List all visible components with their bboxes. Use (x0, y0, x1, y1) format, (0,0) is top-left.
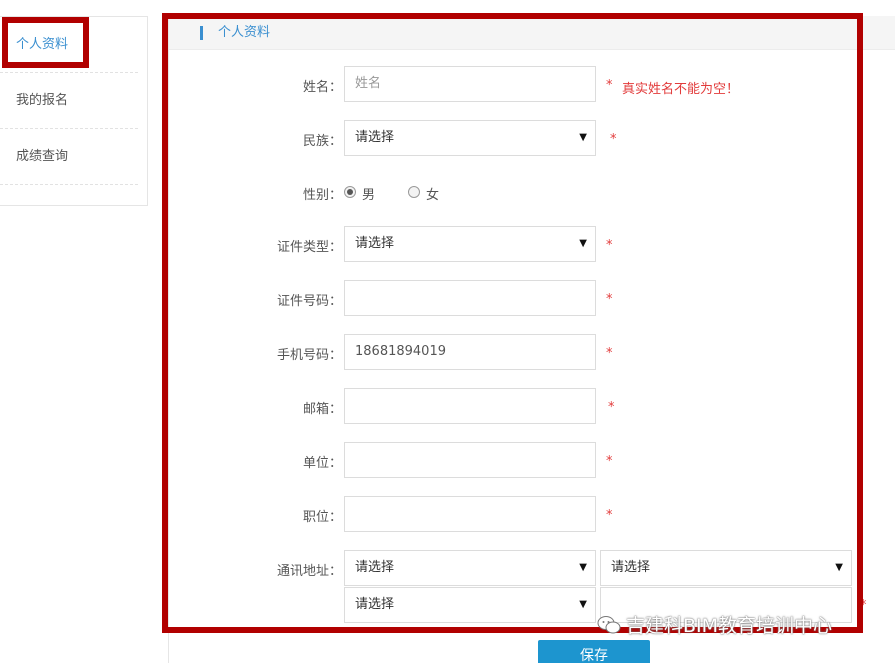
name-field[interactable]: 姓名 (344, 66, 596, 102)
sidebar-item-my-registration[interactable]: 我的报名 (0, 73, 138, 129)
company-field[interactable] (344, 442, 596, 478)
ethnicity-select[interactable]: 请选择 ▼ (344, 120, 596, 156)
sidebar-item-label: 我的报名 (16, 93, 69, 108)
chevron-down-icon: ▼ (579, 132, 587, 143)
required-mark: * (606, 454, 613, 469)
id-number-label: 证件号码： (276, 294, 342, 309)
save-button[interactable]: 保存 (538, 640, 650, 663)
required-mark: * (610, 132, 617, 147)
ethnicity-label: 民族： (302, 134, 342, 149)
required-mark: * (606, 346, 613, 361)
sidebar-nav: 个人资料 我的报名 成绩查询 (0, 16, 148, 206)
ethnicity-select-value: 请选择 (355, 130, 395, 145)
required-mark: * (608, 400, 615, 415)
watermark: 吉建科BIM教育培训中心 (596, 611, 832, 637)
panel-title: 个人资料 (218, 25, 271, 40)
required-mark: * (606, 78, 613, 93)
address-label: 通讯地址： (276, 564, 342, 579)
chevron-down-icon: ▼ (579, 599, 587, 610)
address-district-select[interactable]: 请选择 ▼ (344, 587, 596, 623)
title-accent-bar (200, 26, 203, 40)
gender-radio-female[interactable] (408, 186, 420, 198)
address-city-value: 请选择 (611, 560, 651, 575)
gender-label: 性别： (302, 188, 342, 203)
sidebar-item-label: 个人资料 (16, 37, 69, 52)
gender-option-male: 男 (362, 188, 376, 203)
wechat-icon (597, 616, 621, 634)
gender-radio-male[interactable] (344, 186, 356, 198)
divider (0, 184, 138, 185)
required-mark: * (606, 292, 613, 307)
chevron-down-icon: ▼ (835, 562, 843, 573)
id-type-select-value: 请选择 (355, 236, 395, 251)
phone-field[interactable]: 18681894019 (344, 334, 596, 370)
sidebar-item-label: 成绩查询 (16, 149, 69, 164)
company-label: 单位： (302, 456, 342, 471)
gender-option-female: 女 (426, 188, 440, 203)
sidebar-item-score-query[interactable]: 成绩查询 (0, 129, 138, 185)
address-city-select[interactable]: 请选择 ▼ (600, 550, 852, 586)
position-label: 职位： (302, 510, 342, 525)
name-label: 姓名： (302, 80, 342, 95)
panel-header: 个人资料 (169, 16, 895, 50)
name-error-message: 真实姓名不能为空！ (622, 82, 740, 97)
position-field[interactable] (344, 496, 596, 532)
id-type-select[interactable]: 请选择 ▼ (344, 226, 596, 262)
address-province-select[interactable]: 请选择 ▼ (344, 550, 596, 586)
required-mark: * (860, 598, 867, 613)
required-mark: * (606, 238, 613, 253)
email-label: 邮箱： (302, 402, 342, 417)
id-type-label: 证件类型： (276, 240, 342, 255)
address-district-value: 请选择 (355, 597, 395, 612)
chevron-down-icon: ▼ (579, 238, 587, 249)
address-province-value: 请选择 (355, 560, 395, 575)
required-mark: * (606, 508, 613, 523)
sidebar-item-profile[interactable]: 个人资料 (0, 17, 138, 73)
chevron-down-icon: ▼ (579, 562, 587, 573)
phone-label: 手机号码： (276, 348, 342, 363)
id-number-field[interactable] (344, 280, 596, 316)
email-field[interactable] (344, 388, 596, 424)
watermark-text: 吉建科BIM教育培训中心 (626, 615, 833, 637)
